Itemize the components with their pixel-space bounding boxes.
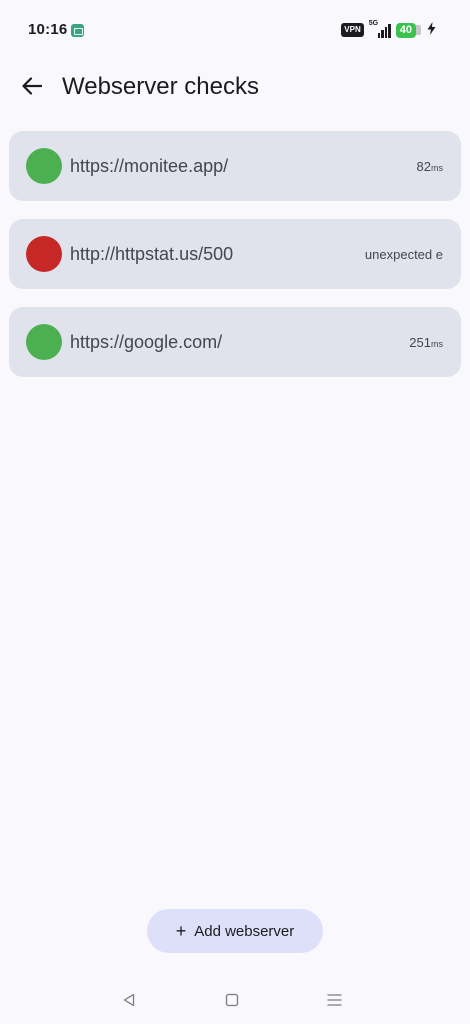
signal-icon: 5G [368,19,391,38]
server-card[interactable]: https://google.com/ 251ms [9,307,461,377]
battery-icon: 40 [395,22,422,38]
nav-menu-button[interactable] [324,990,344,1010]
server-response-time: 82ms [417,159,443,174]
server-list: https://monitee.app/ 82ms http://httpsta… [9,131,461,395]
vpn-badge: VPN [341,23,364,37]
response-unit: ms [431,162,443,173]
charging-icon [427,22,436,38]
notification-icon [71,24,84,37]
home-square-icon [225,993,239,1007]
status-indicator-dot [26,148,62,184]
status-bar: 10:16 VPN 5G 40 [0,0,470,60]
page-title: Webserver checks [62,73,259,100]
back-button[interactable] [12,66,52,106]
add-webserver-label: Add webserver [194,922,295,940]
response-unit: ms [431,338,443,349]
back-triangle-icon [123,993,135,1007]
status-time: 10:16 [28,21,68,38]
response-value: 82 [416,158,431,174]
server-card[interactable]: https://monitee.app/ 82ms [9,131,461,201]
server-error-message: unexpected e [365,247,443,262]
status-indicator-dot [26,236,62,272]
add-webserver-button[interactable]: + Add webserver [147,909,323,953]
server-url: https://monitee.app/ [70,155,229,176]
app-bar: Webserver checks [0,62,470,114]
status-indicators: VPN 5G 40 [341,19,436,38]
battery-level: 40 [399,23,412,36]
server-url: http://httpstat.us/500 [70,243,234,264]
nav-home-button[interactable] [222,990,242,1010]
server-response-time: 251ms [409,335,443,350]
arrow-left-icon [22,77,42,95]
menu-icon [326,994,342,1006]
server-card[interactable]: http://httpstat.us/500 unexpected e [9,219,461,289]
server-url: https://google.com/ [70,331,223,352]
status-indicator-dot [26,324,62,360]
response-value: unexpected e [364,246,443,262]
plus-icon: + [175,921,187,941]
nav-back-button[interactable] [119,990,139,1010]
response-value: 251 [409,334,431,350]
system-nav-bar [0,984,470,1016]
network-type-label: 5G [368,19,379,27]
